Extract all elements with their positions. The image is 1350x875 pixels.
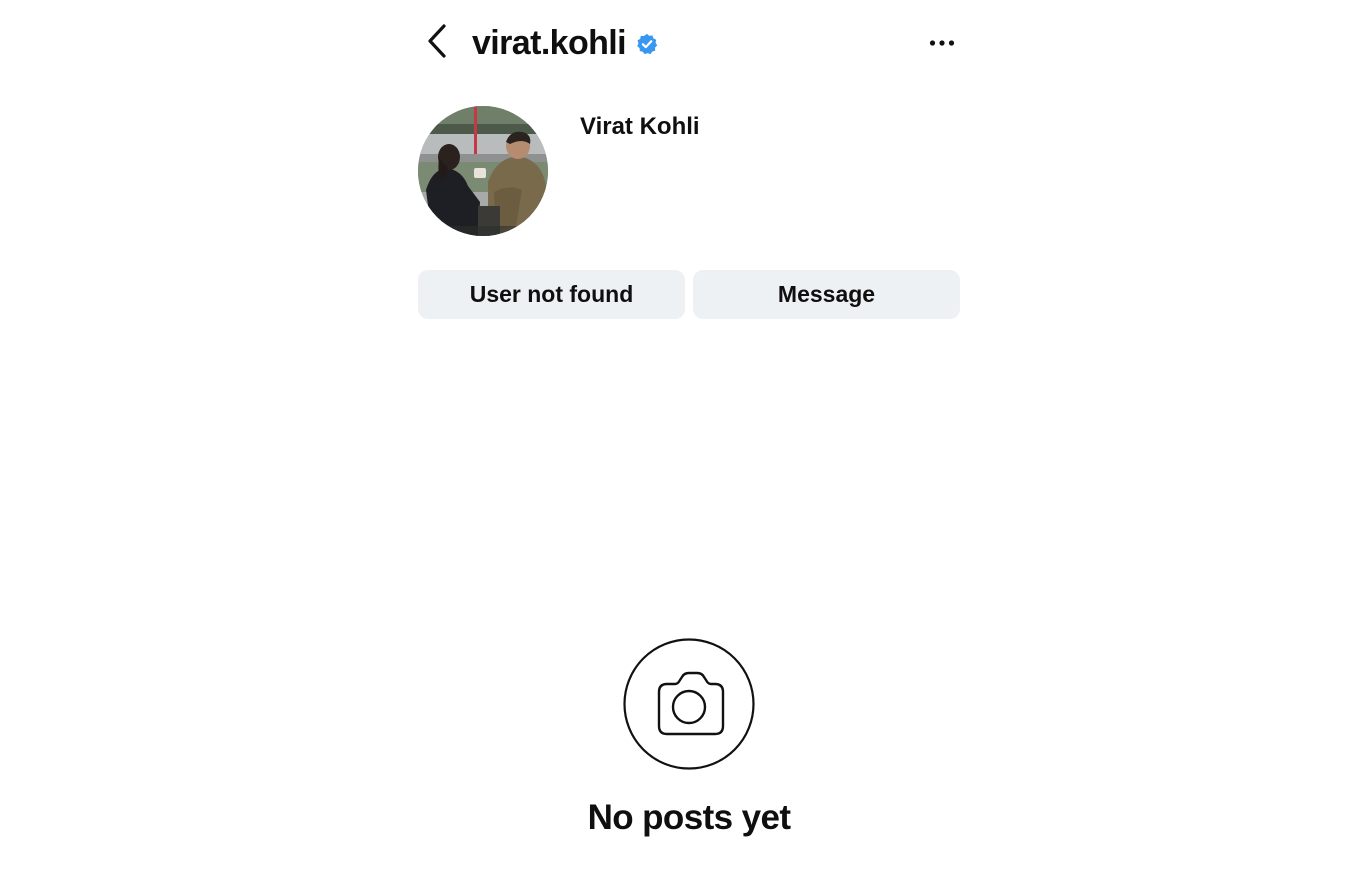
user-not-found-button[interactable]: User not found	[418, 270, 685, 319]
avatar-photo	[418, 106, 548, 236]
camera-icon	[623, 638, 755, 770]
display-name: Virat Kohli	[580, 113, 700, 140]
chevron-left-icon	[426, 23, 448, 64]
more-horizontal-icon	[929, 34, 955, 52]
message-button[interactable]: Message	[693, 270, 960, 319]
back-button[interactable]	[420, 23, 454, 64]
verified-badge-icon	[636, 33, 658, 55]
empty-state-title: No posts yet	[587, 798, 791, 837]
header-title: virat.kohli	[472, 22, 658, 64]
profile-screen: virat.kohli Virat Kohli User not found M…	[0, 0, 1350, 875]
username: virat.kohli	[472, 24, 627, 62]
more-options-button[interactable]	[922, 26, 962, 60]
avatar[interactable]	[418, 106, 548, 236]
